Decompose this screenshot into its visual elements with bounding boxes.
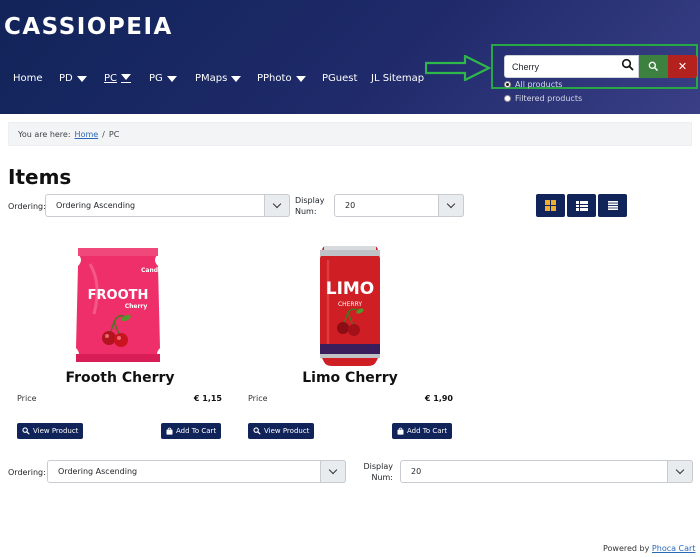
chevron-down-icon <box>264 194 290 217</box>
ordering-select-value: Ordering Ascending <box>58 467 138 476</box>
radio-all-products[interactable]: All products <box>504 80 562 89</box>
view-product-label: View Product <box>264 427 310 435</box>
breadcrumb-current: PC <box>108 130 120 139</box>
radio-icon <box>504 95 511 102</box>
list-icon <box>607 201 618 210</box>
nav-item-pc[interactable]: PC <box>104 73 132 84</box>
package-brand: FROOTH <box>88 288 149 303</box>
grid-view-button[interactable] <box>536 194 565 217</box>
display-num-label-line: Display <box>363 462 394 471</box>
caret-down-icon <box>295 75 306 82</box>
ordering-label: Ordering: <box>8 202 46 211</box>
search-icon <box>648 61 658 71</box>
display-num-select[interactable]: 20 <box>334 194 464 217</box>
display-num-label: Display Num: <box>295 195 325 217</box>
package-brand: LIMO <box>326 279 375 299</box>
package-tag: Candy <box>141 267 162 274</box>
caret-down-icon <box>121 74 132 83</box>
price-label: Price <box>248 394 268 403</box>
chevron-down-icon <box>667 460 693 483</box>
grid-icon <box>545 200 556 211</box>
breadcrumb-prefix: You are here: <box>18 130 71 139</box>
nav-label: Home <box>13 73 43 84</box>
product-name[interactable]: Frooth Cherry <box>20 370 220 386</box>
nav-label: PGuest <box>322 73 358 84</box>
price-value: € 1,15 <box>193 394 222 403</box>
display-num-label-line: Display <box>295 196 325 205</box>
product-image-limo-cherry[interactable]: LIMO CHERRY <box>318 244 382 368</box>
display-num-select-bottom[interactable]: 20 <box>400 460 693 483</box>
ordering-select-bottom[interactable]: Ordering Ascending <box>47 460 346 483</box>
clear-search-button[interactable]: ✕ <box>668 55 697 78</box>
ordering-label: Ordering: <box>8 468 46 477</box>
radio-label: Filtered products <box>515 94 583 103</box>
ordering-select[interactable]: Ordering Ascending <box>45 194 290 217</box>
breadcrumb: You are here: Home / PC <box>8 122 692 146</box>
view-product-button[interactable]: View Product <box>248 423 315 439</box>
phoca-cart-link[interactable]: Phoca Cart <box>652 544 696 553</box>
chevron-down-icon <box>438 194 464 217</box>
site-brand[interactable]: CASSIOPEIA <box>4 14 173 40</box>
display-num-value: 20 <box>411 467 422 476</box>
ordering-select-value: Ordering Ascending <box>56 201 136 210</box>
site-header: CASSIOPEIA Home PD PC PG PMaps PPhoto PG… <box>0 0 700 114</box>
package-flavor: CHERRY <box>338 301 362 308</box>
nav-item-pguest[interactable]: PGuest <box>322 73 357 84</box>
nav-item-pg[interactable]: PG <box>149 73 177 84</box>
add-to-cart-button[interactable]: Add To Cart <box>392 423 453 439</box>
breadcrumb-separator: / <box>102 130 105 139</box>
list-view-button[interactable] <box>598 194 627 217</box>
list-grid-view-button[interactable] <box>567 194 596 217</box>
nav-label: PG <box>149 73 163 84</box>
add-to-cart-label: Add To Cart <box>407 427 448 435</box>
powered-by: Powered by Phoca Cart <box>603 544 695 553</box>
display-num-value: 20 <box>345 201 356 210</box>
nav-label: PMaps <box>195 73 228 84</box>
view-product-button[interactable]: View Product <box>17 423 84 439</box>
powered-by-text: Powered by <box>603 544 650 553</box>
nav-item-pmaps[interactable]: PMaps <box>195 73 242 84</box>
product-name[interactable]: Limo Cherry <box>250 370 450 386</box>
page-title: Items <box>8 165 72 189</box>
close-icon: ✕ <box>677 60 688 73</box>
nav-item-home[interactable]: Home <box>13 73 43 84</box>
chevron-down-icon <box>320 460 346 483</box>
nav-label: PC <box>104 73 118 84</box>
price-label: Price <box>17 394 37 403</box>
nav-label: PPhoto <box>257 73 292 84</box>
breadcrumb-home-link[interactable]: Home <box>75 130 99 139</box>
package-flavor: Cherry <box>125 303 148 310</box>
search-icon <box>253 427 261 435</box>
search-button[interactable] <box>639 55 668 78</box>
search-icon <box>621 58 634 71</box>
add-to-cart-button[interactable]: Add To Cart <box>161 423 222 439</box>
shopping-bag-icon <box>397 427 404 435</box>
caret-down-icon <box>76 75 87 82</box>
nav-label: PD <box>59 73 73 84</box>
nav-label: JL Sitemap <box>371 73 425 84</box>
add-to-cart-label: Add To Cart <box>176 427 217 435</box>
product-image-frooth-cherry[interactable]: Candy FROOTH Cherry <box>72 244 164 368</box>
shopping-bag-icon <box>166 427 173 435</box>
radio-label: All products <box>515 80 563 89</box>
nav-item-pphoto[interactable]: PPhoto <box>257 73 306 84</box>
display-num-label-line: Num: <box>295 207 317 216</box>
annotation-arrow-icon <box>425 55 491 81</box>
radio-filtered-products[interactable]: Filtered products <box>504 94 582 103</box>
caret-down-icon <box>231 75 242 82</box>
search-input[interactable] <box>504 55 639 78</box>
nav-item-pd[interactable]: PD <box>59 73 87 84</box>
radio-icon <box>504 81 511 88</box>
display-num-label: Display Num: <box>363 461 394 483</box>
price-value: € 1,90 <box>424 394 453 403</box>
caret-down-icon <box>166 75 177 82</box>
display-num-label-line: Num: <box>371 473 393 482</box>
view-product-label: View Product <box>33 427 79 435</box>
table-grid-icon <box>575 200 588 211</box>
nav-item-jl-sitemap[interactable]: JL Sitemap <box>371 73 424 84</box>
search-icon <box>22 427 30 435</box>
